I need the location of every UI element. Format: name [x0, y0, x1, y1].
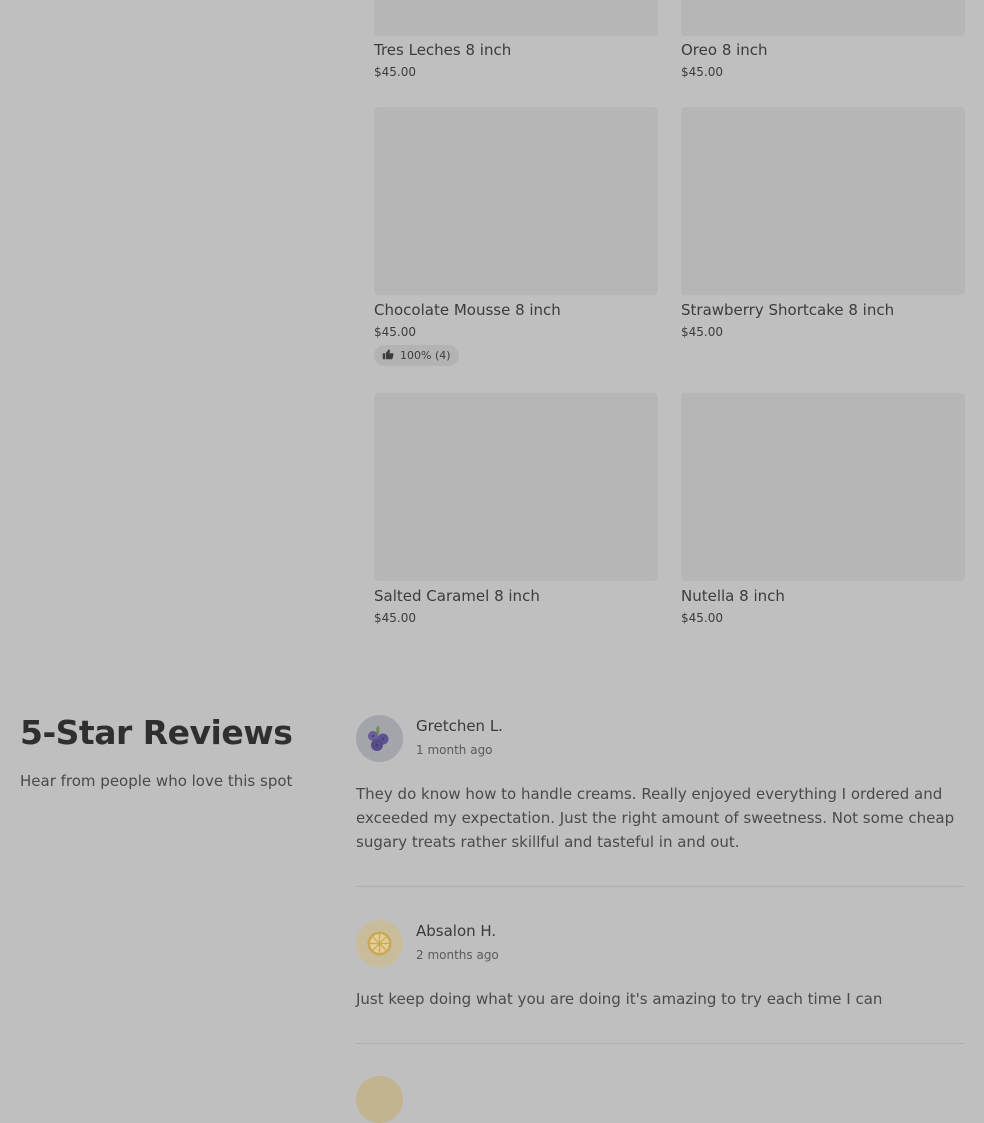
review-divider [356, 886, 964, 887]
product-name: Tres Leches 8 inch [374, 41, 512, 59]
product-card[interactable]: Chocolate Mousse 8 inch $45.00 100% (4) [374, 107, 658, 366]
product-image[interactable] [374, 393, 658, 581]
product-name: Oreo 8 inch [681, 41, 768, 59]
reviews-title: 5-Star Reviews [20, 713, 293, 752]
blueberry-icon [368, 725, 389, 751]
product-price: $45.00 [374, 325, 416, 339]
thumbs-up-icon [382, 348, 394, 363]
product-image[interactable] [374, 0, 658, 36]
product-name: Chocolate Mousse 8 inch [374, 301, 561, 319]
product-image[interactable] [374, 107, 658, 295]
reviewer-name: Gretchen L. [416, 717, 503, 735]
product-name: Strawberry Shortcake 8 inch [681, 301, 895, 319]
product-card[interactable]: Salted Caramel 8 inch $45.00 [374, 393, 658, 625]
rating-text: 100% (4) [400, 349, 451, 362]
product-card[interactable]: Strawberry Shortcake 8 inch $45.00 [681, 107, 965, 339]
product-name: Nutella 8 inch [681, 587, 785, 605]
product-card[interactable]: Tres Leches 8 inch $45.00 [374, 0, 658, 79]
product-card[interactable]: Nutella 8 inch $45.00 [681, 393, 965, 625]
reviewer-name: Absalon H. [416, 922, 497, 940]
review-divider [356, 1043, 964, 1044]
product-image[interactable] [681, 393, 965, 581]
lemon-icon [367, 931, 392, 956]
product-price: $45.00 [681, 65, 723, 79]
product-price: $45.00 [374, 65, 416, 79]
reviews-subtitle: Hear from people who love this spot [20, 772, 293, 790]
review-item: Gretchen L. 1 month ago They do know how… [356, 715, 964, 855]
review-text: Just keep doing what you are doing it's … [356, 990, 883, 1008]
product-price: $45.00 [681, 325, 723, 339]
avatar [356, 1076, 403, 1123]
product-name: Salted Caramel 8 inch [374, 587, 540, 605]
product-image[interactable] [681, 107, 965, 295]
review-item: Absalon H. 2 months ago Just keep doing … [356, 920, 964, 1020]
review-date: 1 month ago [416, 743, 493, 757]
review-date: 2 months ago [416, 948, 499, 962]
rating-badge: 100% (4) [374, 345, 459, 366]
avatar [356, 715, 403, 762]
product-price: $45.00 [681, 611, 723, 625]
avatar [356, 920, 403, 967]
product-card[interactable]: Oreo 8 inch $45.00 [681, 0, 965, 79]
product-image[interactable] [681, 0, 965, 36]
review-text: They do know how to handle creams. Reall… [356, 785, 955, 851]
product-price: $45.00 [374, 611, 416, 625]
